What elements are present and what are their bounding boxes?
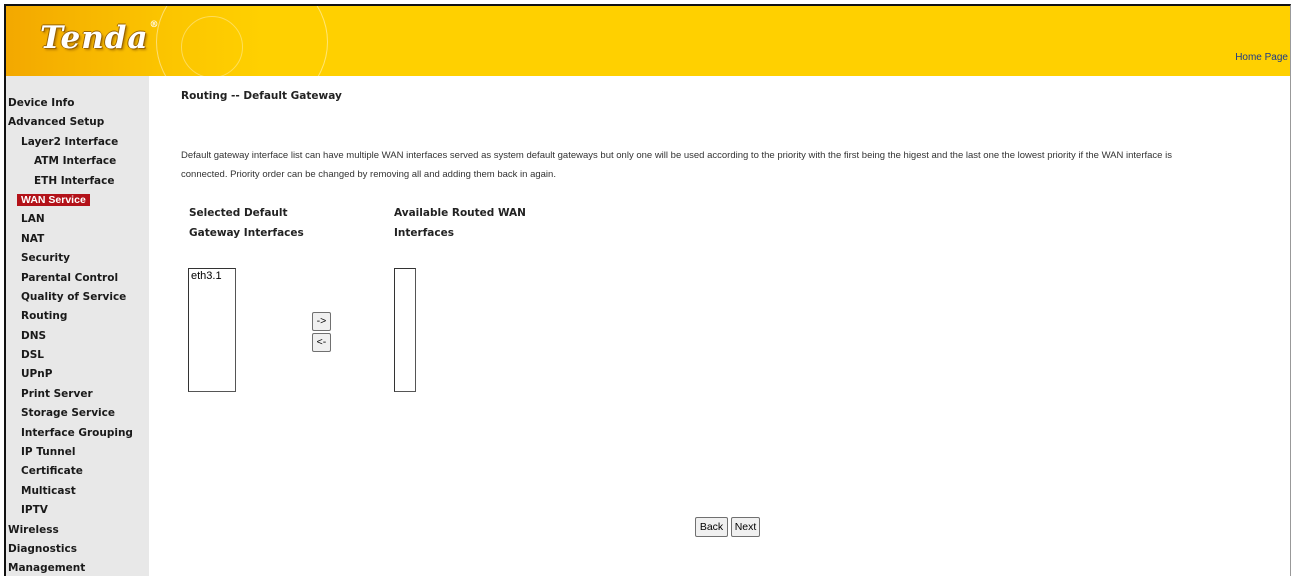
home-page-link[interactable]: Home Page [1235, 52, 1288, 63]
listbox-option[interactable]: eth3.1 [189, 269, 235, 283]
sidebar-item-label: DSL [21, 349, 44, 362]
sidebar-item-label: Wireless [8, 523, 59, 536]
sidebar-item-iptv[interactable]: IPTV [6, 501, 149, 520]
sidebar-item-label: Layer2 Interface [21, 135, 119, 148]
available-interfaces-heading: Available Routed WAN Interfaces [394, 203, 526, 243]
sidebar-item-wan-service[interactable]: WAN Service [6, 191, 149, 210]
sidebar-item-label: UPnP [21, 368, 53, 381]
description-line-2: connected. Priority order can be changed… [181, 169, 556, 180]
sidebar-item-lan[interactable]: LAN [6, 210, 149, 229]
sidebar-item-management[interactable]: Management [6, 559, 149, 576]
sidebar-item-print-server[interactable]: Print Server [6, 385, 149, 404]
header-banner: Tenda® Home Page [6, 6, 1290, 76]
sidebar-item-label: Routing [21, 310, 68, 323]
sidebar-item-label: Security [21, 252, 71, 265]
sidebar-item-multicast[interactable]: Multicast [6, 482, 149, 501]
sidebar-item-advanced-setup[interactable]: Advanced Setup [6, 113, 149, 132]
selected-interfaces-heading: Selected Default Gateway Interfaces [189, 203, 304, 243]
sidebar-item-interface-grouping[interactable]: Interface Grouping [6, 424, 149, 443]
sidebar-item-label: Storage Service [21, 407, 116, 420]
sidebar-item-label: NAT [21, 232, 45, 245]
sidebar-item-dsl[interactable]: DSL [6, 346, 149, 365]
sidebar-item-routing[interactable]: Routing [6, 307, 149, 326]
page-title: Routing -- Default Gateway [181, 90, 342, 102]
sidebar-item-label: LAN [21, 213, 45, 226]
sidebar-item-nat[interactable]: NAT [6, 230, 149, 249]
sidebar-item-dns[interactable]: DNS [6, 327, 149, 346]
sidebar-item-atm-interface[interactable]: ATM Interface [6, 152, 149, 171]
sidebar-item-parental-control[interactable]: Parental Control [6, 269, 149, 288]
sidebar-item-diagnostics[interactable]: Diagnostics [6, 540, 149, 559]
description-line-1: Default gateway interface list can have … [181, 150, 1172, 161]
selected-heading-line-2: Gateway Interfaces [189, 227, 304, 239]
sidebar-item-label: Quality of Service [21, 290, 127, 303]
sidebar: Device Info Advanced Setup Layer2 Interfac… [6, 76, 149, 576]
sidebar-item-upnp[interactable]: UPnP [6, 365, 149, 384]
move-left-button[interactable]: <- [312, 333, 331, 352]
sidebar-item-security[interactable]: Security [6, 249, 149, 268]
sidebar-item-label: ATM Interface [34, 155, 117, 168]
sidebar-item-quality-of-service[interactable]: Quality of Service [6, 288, 149, 307]
selected-heading-line-1: Selected Default [189, 207, 288, 219]
sidebar-item-certificate[interactable]: Certificate [6, 462, 149, 481]
router-admin-window: Tenda® Home Page Device Info Advanced Set… [4, 4, 1291, 576]
move-right-button[interactable]: -> [312, 312, 331, 331]
tenda-logo: Tenda® [40, 20, 160, 56]
sidebar-item-label: Multicast [21, 484, 76, 497]
main-content: Routing -- Default Gateway Default gatew… [149, 76, 1290, 576]
sidebar-item-eth-interface[interactable]: ETH Interface [6, 172, 149, 191]
available-heading-line-2: Interfaces [394, 227, 454, 239]
sidebar-item-label: DNS [21, 329, 47, 342]
sidebar-item-device-info[interactable]: Device Info [6, 94, 149, 113]
sidebar-item-ip-tunnel[interactable]: IP Tunnel [6, 443, 149, 462]
selected-gateway-listbox[interactable]: eth3.1 [188, 268, 236, 392]
sidebar-item-label: IPTV [21, 504, 48, 517]
available-wan-listbox[interactable] [394, 268, 416, 392]
description-text: Default gateway interface list can have … [181, 146, 1281, 184]
sidebar-item-label: ETH Interface [34, 174, 115, 187]
sidebar-item-label: Management [8, 562, 86, 575]
sidebar-item-label: Device Info [8, 97, 75, 109]
sidebar-item-label: IP Tunnel [21, 446, 76, 459]
sidebar-item-label: Parental Control [21, 271, 119, 284]
header-decoration-small [181, 16, 243, 76]
sidebar-item-label: WAN Service [17, 193, 90, 206]
sidebar-item-label: Advanced Setup [8, 116, 105, 129]
back-button[interactable]: Back [695, 517, 728, 537]
sidebar-item-label: Diagnostics [8, 542, 77, 555]
sidebar-item-storage-service[interactable]: Storage Service [6, 404, 149, 423]
sidebar-item-label: Print Server [21, 387, 93, 400]
sidebar-item-wireless[interactable]: Wireless [6, 521, 149, 540]
sidebar-item-layer2-interface[interactable]: Layer2 Interface [6, 133, 149, 152]
sidebar-item-label: Certificate [21, 465, 83, 478]
sidebar-menu: Device Info Advanced Setup Layer2 Interfac… [6, 76, 149, 576]
sidebar-item-label: Interface Grouping [21, 426, 133, 439]
available-heading-line-1: Available Routed WAN [394, 207, 526, 219]
next-button[interactable]: Next [731, 517, 760, 537]
